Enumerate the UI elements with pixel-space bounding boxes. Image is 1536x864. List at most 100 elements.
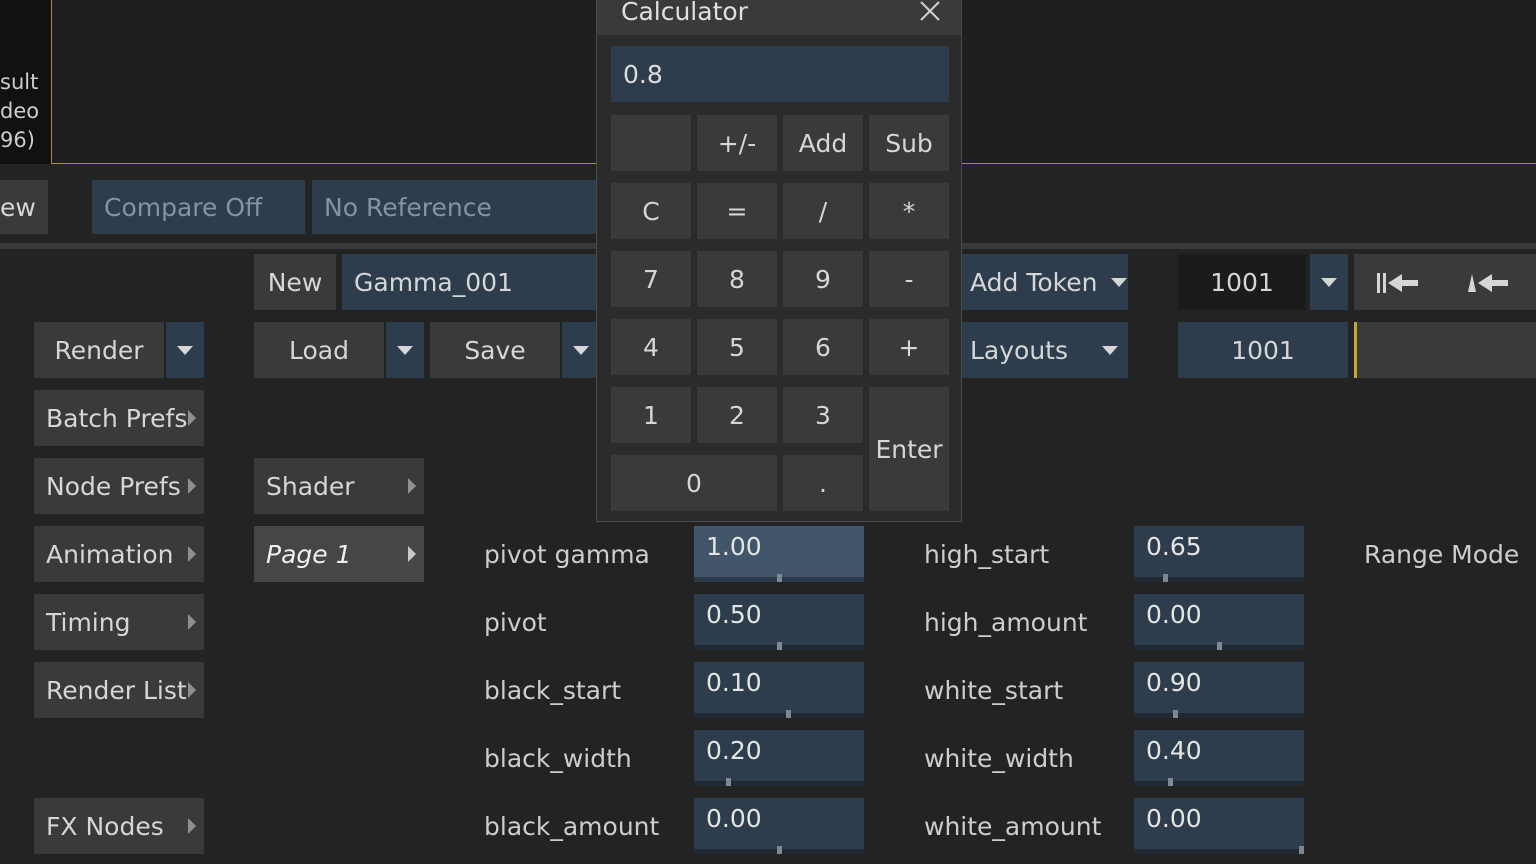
param-field-pivot[interactable]: 0.50 [694,594,864,650]
param-field-high-start[interactable]: 0.65 [1134,526,1304,582]
sidebar-item-render-list[interactable]: Render List [34,662,204,718]
calc-key-0[interactable]: 0 [611,455,777,511]
calc-key-8[interactable]: 8 [697,251,777,307]
load-options-dropdown[interactable] [386,322,424,378]
page-label: Page 1 [266,539,352,569]
calculator-title: Calculator [621,0,748,26]
calc-key-plus[interactable]: + [869,319,949,375]
frame-options-dropdown[interactable] [1310,254,1348,310]
param-value: 0.50 [706,600,762,629]
slider-track [1134,577,1304,582]
slider-handle[interactable] [1217,642,1222,650]
sidebar-item-fx-nodes[interactable]: FX Nodes [34,798,204,854]
slider-handle[interactable] [1163,574,1168,582]
chevron-right-icon [188,546,196,562]
calc-key-4[interactable]: 4 [611,319,691,375]
param-label-white-start: white_start [924,676,1064,705]
slider-handle[interactable] [777,574,782,582]
sidebar-item-label: Timing [46,607,131,637]
calc-key-2[interactable]: 2 [697,387,777,443]
sidebar-item-animation[interactable]: Animation [34,526,204,582]
chevron-right-icon [188,682,196,698]
sidebar-item-timing[interactable]: Timing [34,594,204,650]
previous-keyframe-icon[interactable] [1466,271,1510,300]
add-token-dropdown[interactable]: Add Token [962,254,1128,310]
page-1-button[interactable]: Page 1 [254,526,424,582]
shader-label: Shader [266,471,355,501]
calc-key-blank[interactable] [611,115,691,171]
calc-key-3[interactable]: 3 [783,387,863,443]
calc-key-sub[interactable]: Sub [869,115,949,171]
chevron-down-icon [573,345,589,355]
param-label-white-width: white_width [924,744,1074,773]
param-value: 0.00 [706,804,762,833]
sidebar-item-node-prefs[interactable]: Node Prefs [34,458,204,514]
render-options-dropdown[interactable] [166,322,204,378]
slider-handle[interactable] [786,710,791,718]
chevron-down-icon [177,345,193,355]
calc-key-dot[interactable]: . [783,455,863,511]
calc-key-1[interactable]: 1 [611,387,691,443]
slider-handle[interactable] [1173,710,1178,718]
param-value: 1.00 [706,532,762,561]
viewer-result-line-1: sult [0,70,39,94]
param-field-white-width[interactable]: 0.40 [1134,730,1304,786]
calc-key-5[interactable]: 5 [697,319,777,375]
current-frame-field[interactable]: 1001 [1178,322,1348,378]
sidebar-item-label: Render List [46,675,187,705]
chevron-down-icon [1321,277,1337,287]
slider-track [694,781,864,786]
load-button[interactable]: Load [254,322,384,378]
chevron-right-icon [408,546,416,562]
timeline-bar[interactable] [1354,322,1536,378]
calc-key-multiply[interactable]: * [869,183,949,239]
save-button[interactable]: Save [430,322,560,378]
save-options-dropdown[interactable] [562,322,600,378]
param-value: 0.00 [1146,804,1202,833]
param-field-black-start[interactable]: 0.10 [694,662,864,718]
view-button[interactable]: ew [0,180,48,234]
setup-name-field[interactable]: Gamma_001 [342,254,600,310]
sidebar-item-label: Node Prefs [46,471,181,501]
calc-key-equals[interactable]: = [697,183,777,239]
param-field-white-start[interactable]: 0.90 [1134,662,1304,718]
layouts-dropdown[interactable]: Layouts [962,322,1128,378]
compare-dropdown[interactable]: Compare Off [92,180,305,234]
param-value: 0.00 [1146,600,1202,629]
render-button[interactable]: Render [34,322,164,378]
slider-handle[interactable] [1168,778,1173,786]
calc-key-add[interactable]: Add [783,115,863,171]
shader-page-button[interactable]: Shader [254,458,424,514]
slider-handle[interactable] [726,778,731,786]
calc-key-6[interactable]: 6 [783,319,863,375]
chevron-right-icon [188,478,196,494]
chevron-right-icon [188,818,196,834]
viewer-result-line-3: 96) [0,128,35,152]
param-field-black-width[interactable]: 0.20 [694,730,864,786]
slider-handle[interactable] [1299,846,1304,854]
calc-key-9[interactable]: 9 [783,251,863,307]
param-field-high-amount[interactable]: 0.00 [1134,594,1304,650]
calc-key-enter[interactable]: Enter [869,387,949,511]
go-to-start-icon[interactable] [1376,271,1420,300]
param-label-pivot: pivot [484,608,547,637]
calc-key-divide[interactable]: / [783,183,863,239]
param-label-white-amount: white_amount [924,812,1102,841]
calc-key-clear[interactable]: C [611,183,691,239]
param-field-pivot-gamma[interactable]: 1.00 [694,526,864,582]
param-field-white-amount[interactable]: 0.00 [1134,798,1304,854]
new-setup-button[interactable]: New [254,254,336,310]
calc-key-7[interactable]: 7 [611,251,691,307]
close-icon[interactable] [919,0,941,27]
slider-handle[interactable] [777,846,782,854]
sidebar-item-batch-prefs[interactable]: Batch Prefs [34,390,204,446]
calc-key-minus[interactable]: - [869,251,949,307]
transport-controls[interactable] [1354,254,1536,310]
slider-handle[interactable] [777,642,782,650]
reference-dropdown[interactable]: No Reference [312,180,602,234]
calc-key-plusminus[interactable]: +/- [697,115,777,171]
param-field-black-amount[interactable]: 0.00 [694,798,864,854]
param-value: 0.10 [706,668,762,697]
calculator-display[interactable]: 0.8 [611,46,949,102]
frame-field[interactable]: 1001 [1178,254,1306,310]
